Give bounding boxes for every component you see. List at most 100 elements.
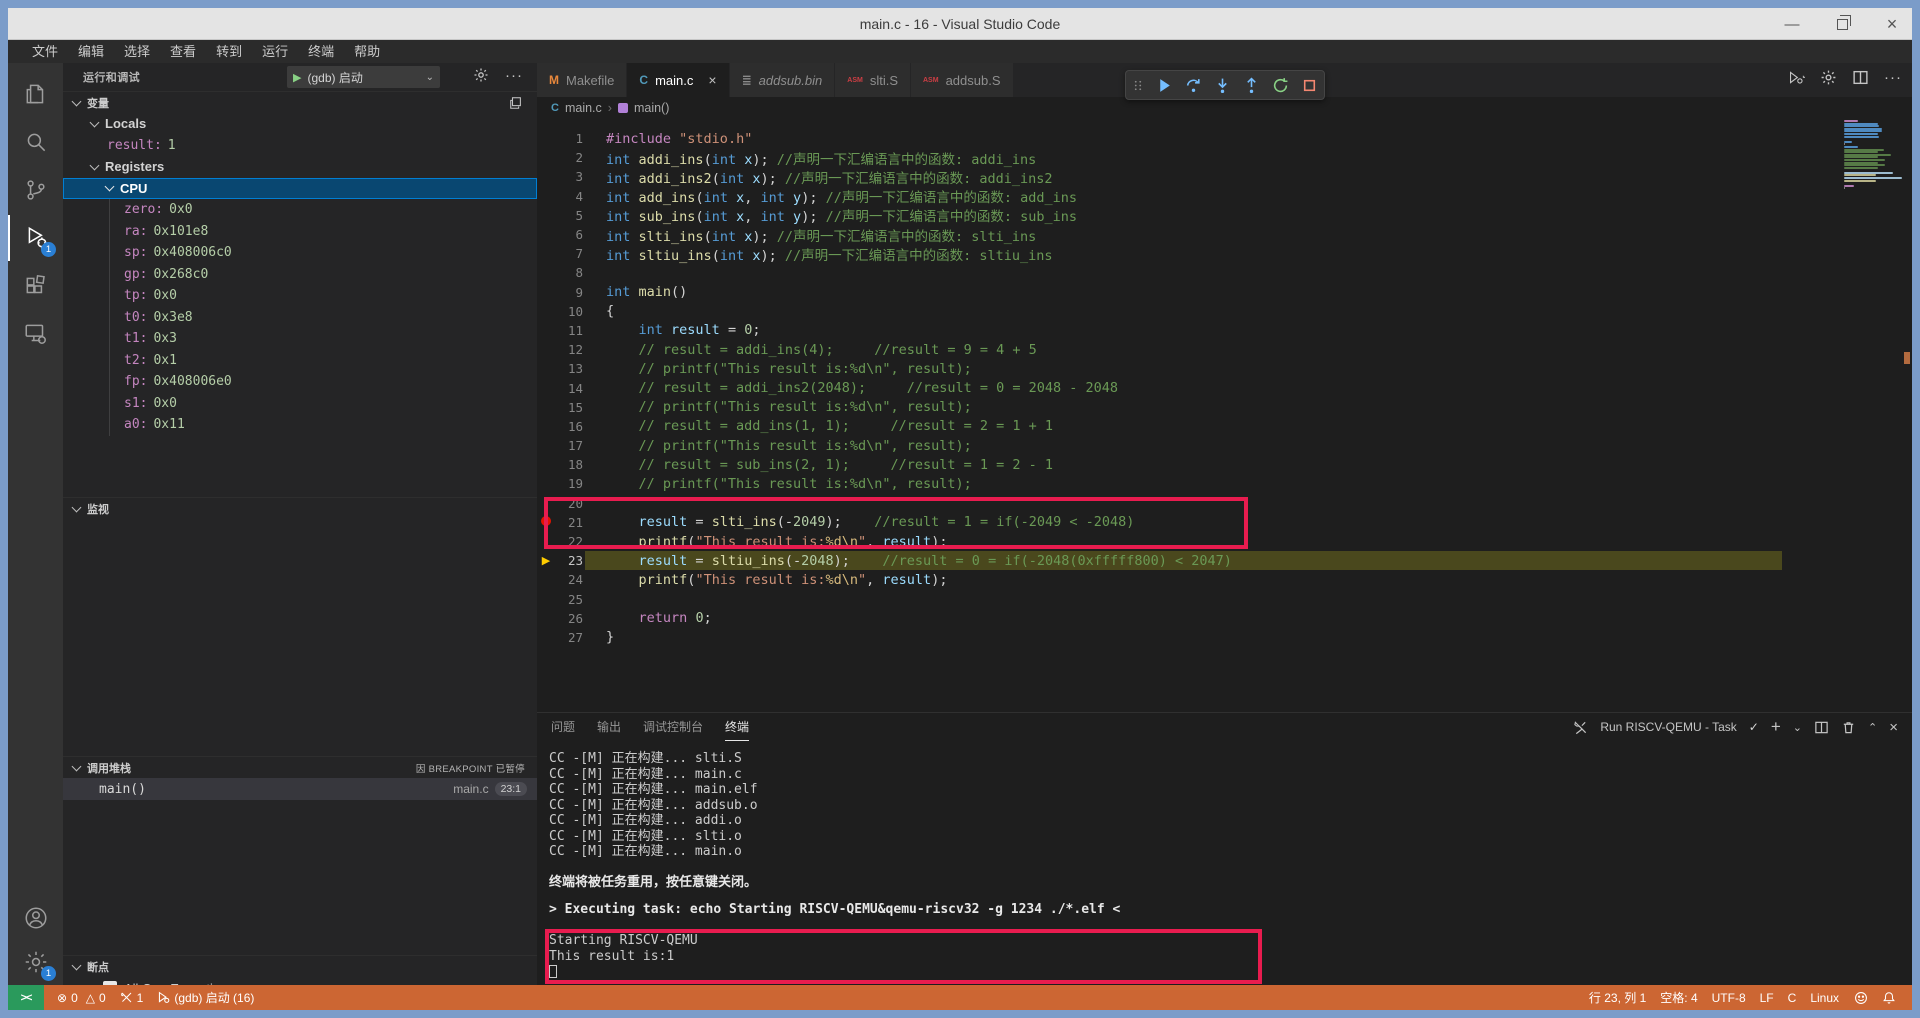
code-line[interactable]: 7int sltiu_ins(int x); //声明一下汇编语言中的函数: s… [537,244,1912,263]
registers-group[interactable]: Registers [63,156,537,178]
register-row[interactable]: t2:0x1 [110,350,537,372]
code-line[interactable]: 17 // printf("This result is:%d\n", resu… [537,436,1912,455]
task-label[interactable]: Run RISCV-QEMU - Task [1600,720,1736,734]
debug-session-status[interactable]: (gdb) 启动 (16) [150,985,261,1010]
current-line-gutter[interactable]: ▶ [537,554,555,567]
restore-button[interactable] [1834,16,1850,32]
remote-indicator[interactable]: >< [8,985,44,1010]
register-row[interactable]: a0:0x11 [110,414,537,436]
menu-编辑[interactable]: 编辑 [68,40,114,63]
panel-tab-输出[interactable]: 输出 [597,713,621,741]
close-button[interactable]: × [1884,16,1900,32]
step-out-button[interactable] [1243,77,1260,94]
panel-tab-终端[interactable]: 终端 [725,713,749,741]
editor-tab[interactable]: ASMslti.S [835,63,911,97]
running-tasks-status[interactable]: 1 [113,985,151,1010]
stop-button[interactable] [1301,77,1318,94]
code-line[interactable]: 5int sub_ins(int x, int y); //声明一下汇编语言中的… [537,206,1912,225]
more-actions-icon[interactable]: ··· [505,67,523,84]
locals-group[interactable]: Locals [63,113,537,135]
split-editor-icon[interactable] [1852,69,1869,86]
gear-icon[interactable] [1820,69,1837,86]
step-over-button[interactable] [1185,77,1202,94]
breadcrumb-file[interactable]: main.c [565,101,602,115]
problems-status[interactable]: ⊗0 △0 [50,985,113,1010]
menu-选择[interactable]: 选择 [114,40,160,63]
editor-tab[interactable]: ASMaddsub.S [911,63,1014,97]
notifications-bell-icon[interactable] [1882,991,1896,1005]
kill-terminal-trash-icon[interactable] [1841,720,1856,735]
code-line[interactable]: 18 // result = sub_ins(2, 1); //result =… [537,455,1912,474]
breakpoints-header[interactable]: 断点 [63,955,537,977]
register-row[interactable]: gp:0x268c0 [110,264,537,286]
stack-frame-main[interactable]: main() main.c 23:1 [63,778,537,800]
debug-settings-gear-icon[interactable] [473,67,489,83]
watch-header[interactable]: 监视 [63,497,537,519]
code-line[interactable]: 20 [537,494,1912,513]
sidebar-item-run-and-debug[interactable]: 1 [8,215,63,261]
cpu-group[interactable]: CPU [63,178,537,200]
call-stack-header[interactable]: 调用堆栈 因 BREAKPOINT 已暂停 [63,756,537,778]
terminal-output[interactable]: CC -[M] 正在构建... slti.SCC -[M] 正在构建... ma… [549,747,1902,981]
code-line[interactable]: 3int addi_ins2(int x); //声明一下汇编语言中的函数: a… [537,167,1912,186]
panel-tab-问题[interactable]: 问题 [551,713,575,741]
tab-close-icon[interactable]: × [708,72,716,88]
menu-文件[interactable]: 文件 [22,40,68,63]
menu-运行[interactable]: 运行 [252,40,298,63]
toolbar-grip-icon[interactable] [1132,77,1144,94]
code-line[interactable]: 2int addi_ins(int x); //声明一下汇编语言中的函数: ad… [537,148,1912,167]
code-line[interactable]: 21 result = slti_ins(-2049); //result = … [537,513,1912,532]
editor-tab[interactable]: ≣addsub.bin [730,63,836,97]
local-variable-row[interactable]: result:1 [63,135,537,157]
code-line[interactable]: 25 [537,590,1912,609]
panel-tab-调试控制台[interactable]: 调试控制台 [643,713,703,741]
more-actions-icon[interactable]: ··· [1884,69,1902,86]
code-line[interactable]: 11 int result = 0; [537,321,1912,340]
code-line[interactable]: 15 // printf("This result is:%d\n", resu… [537,398,1912,417]
launch-config-dropdown[interactable]: ▶ (gdb) 启动 ⌄ [287,66,440,88]
code-line[interactable]: 10{ [537,302,1912,321]
menu-终端[interactable]: 终端 [298,40,344,63]
code-line[interactable]: 26 return 0; [537,609,1912,628]
breakpoint-gutter[interactable] [537,516,555,529]
code-editor[interactable]: 1#include "stdio.h"2int addi_ins(int x);… [537,119,1912,712]
code-line[interactable]: 13 // printf("This result is:%d\n", resu… [537,359,1912,378]
register-row[interactable]: zero:0x0 [110,199,537,221]
collapse-all-icon[interactable] [509,96,523,110]
editor-tab[interactable]: Cmain.c× [627,63,729,97]
register-row[interactable]: t1:0x3 [110,328,537,350]
feedback-smiley-icon[interactable] [1854,991,1868,1005]
code-line[interactable]: 24 printf("This result is:%d\n", result)… [537,570,1912,589]
register-row[interactable]: s1:0x0 [110,393,537,415]
new-terminal-button[interactable]: + [1771,717,1781,737]
sidebar-item-source-control[interactable] [8,167,63,213]
code-line[interactable]: 6int slti_ins(int x); //声明一下汇编语言中的函数: sl… [537,225,1912,244]
menu-帮助[interactable]: 帮助 [344,40,390,63]
code-line[interactable]: 27} [537,628,1912,647]
run-or-debug-button[interactable] [1788,69,1805,86]
code-line[interactable]: 4int add_ins(int x, int y); //声明一下汇编语言中的… [537,187,1912,206]
code-line[interactable]: 8 [537,263,1912,282]
code-line[interactable]: 14 // result = addi_ins2(2048); //result… [537,378,1912,397]
register-row[interactable]: tp:0x0 [110,285,537,307]
restart-button[interactable] [1272,77,1289,94]
breadcrumb[interactable]: C main.c › main() [537,97,1912,119]
split-terminal-icon[interactable] [1814,720,1829,735]
editor-tab[interactable]: MMakefile [537,63,627,97]
menu-转到[interactable]: 转到 [206,40,252,63]
minimap[interactable] [1844,120,1906,190]
close-panel-icon[interactable]: × [1889,719,1898,736]
maximize-panel-icon[interactable]: ⌃ [1868,721,1877,734]
variables-header[interactable]: 变量 [63,91,537,113]
account-button[interactable] [8,895,63,941]
status-item[interactable]: LF [1753,985,1781,1010]
sidebar-item-search[interactable] [8,119,63,165]
code-line[interactable]: 1#include "stdio.h" [537,129,1912,148]
code-line[interactable]: 12 // result = addi_ins(4); //result = 9… [537,340,1912,359]
status-item[interactable]: 行 23, 列 1 [1582,985,1653,1010]
step-into-button[interactable] [1214,77,1231,94]
status-item[interactable]: C [1781,985,1804,1010]
breadcrumb-symbol[interactable]: main() [634,101,669,115]
register-row[interactable]: ra:0x101e8 [110,221,537,243]
sidebar-item-extensions[interactable] [8,263,63,309]
